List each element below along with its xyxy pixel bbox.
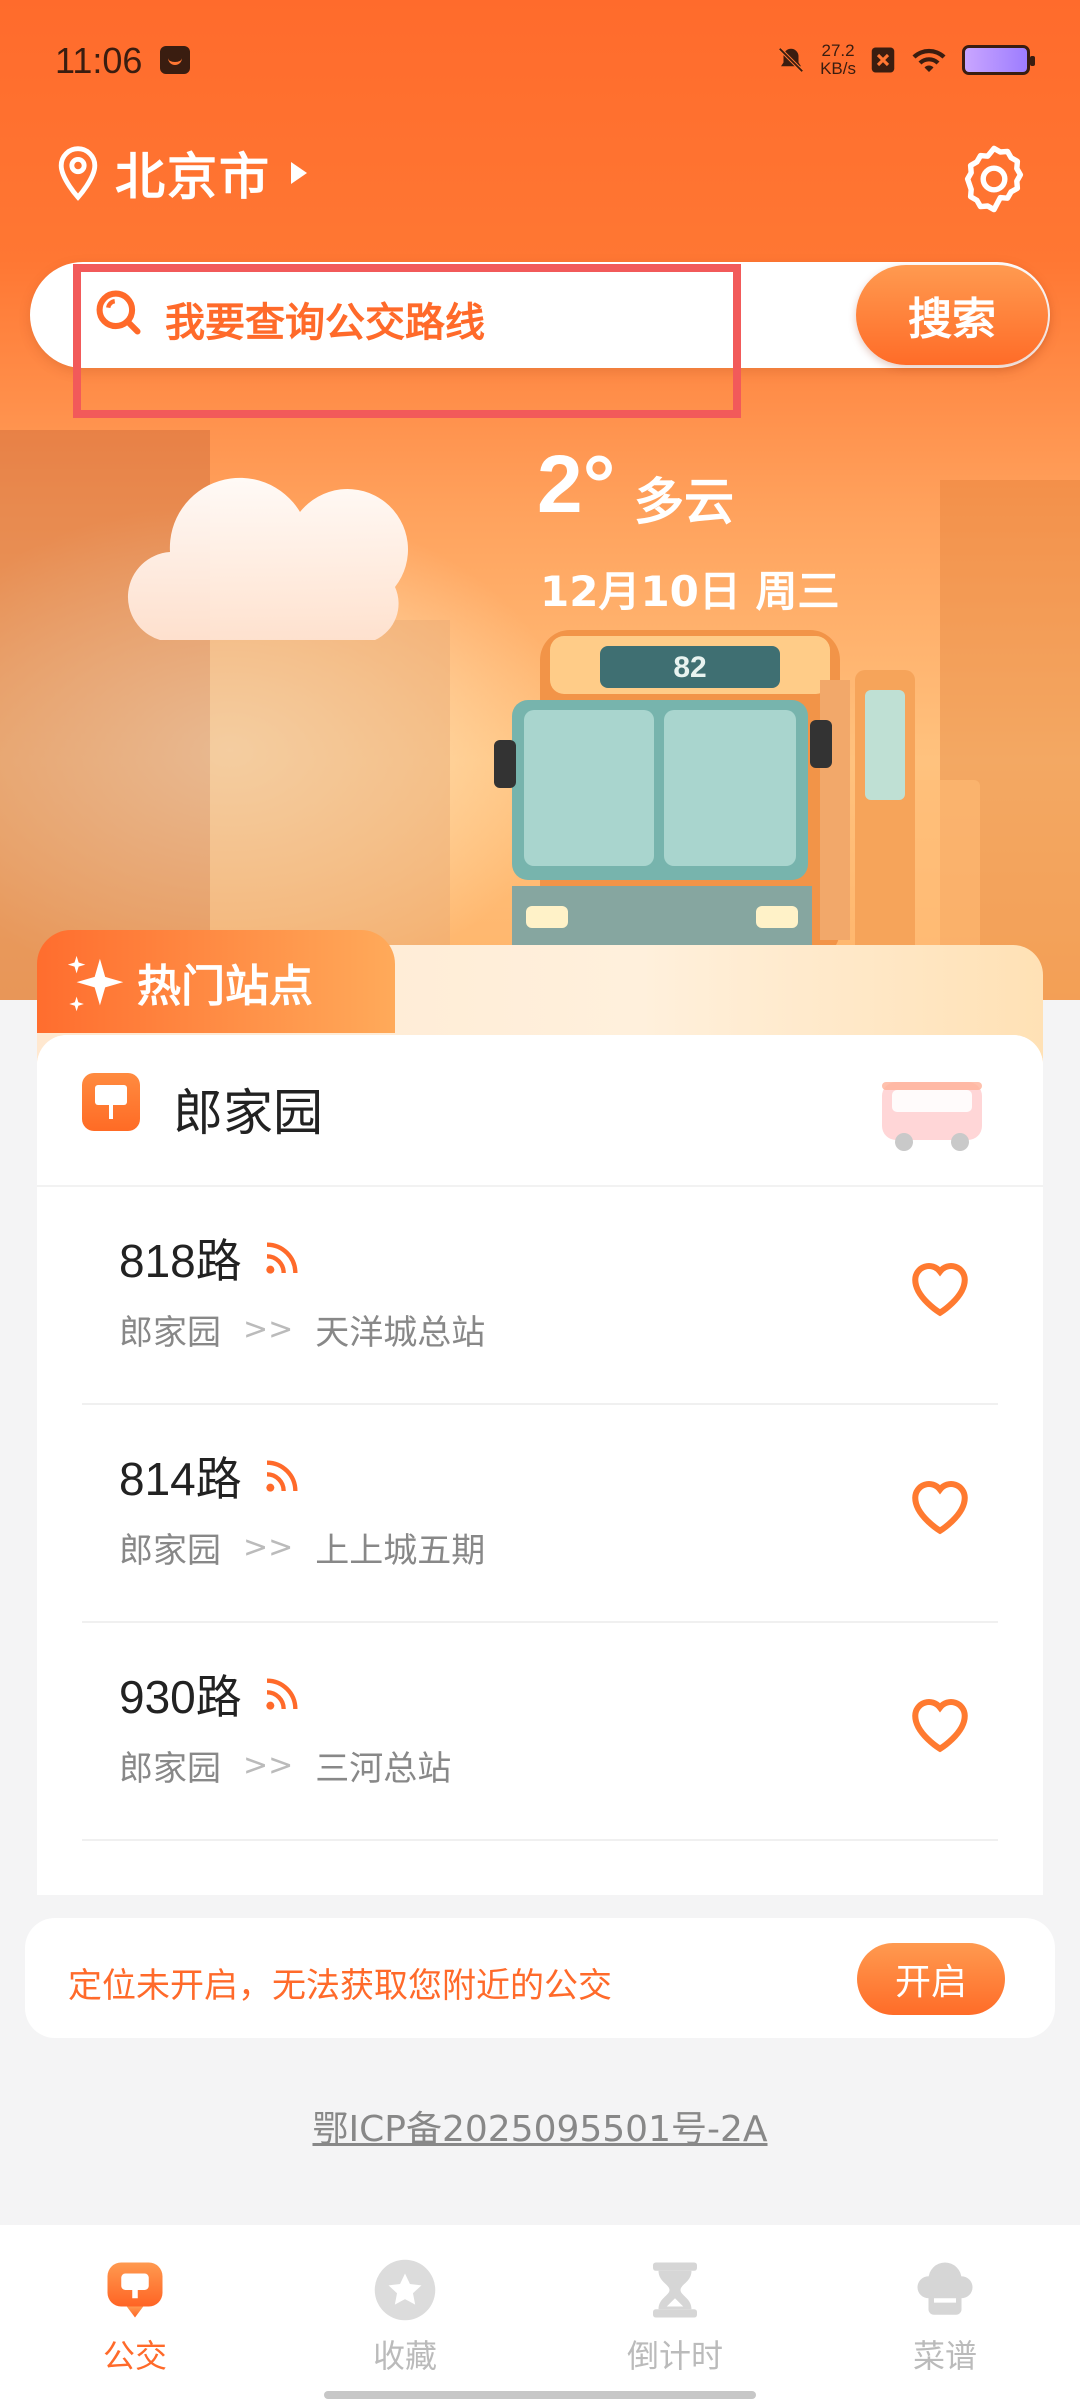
highlight-annotation-box — [73, 264, 741, 418]
message-notification-icon — [160, 46, 190, 74]
network-speed-value: 27.2 — [821, 41, 855, 60]
divider — [82, 1839, 998, 1841]
location-pin-icon — [58, 146, 98, 201]
tab-bus[interactable]: 公交 — [0, 2225, 270, 2408]
bus-chat-icon — [107, 2262, 163, 2318]
mini-bus-icon — [882, 1082, 982, 1151]
wifi-icon — [912, 48, 946, 72]
search-button[interactable]: 搜索 — [856, 265, 1048, 365]
favorite-heart-icon[interactable] — [907, 1475, 973, 1537]
bus-number: 82 — [673, 651, 706, 684]
status-bar: 11:06 27.2 KB/s — [0, 0, 1080, 130]
dropdown-arrow-icon — [291, 162, 307, 184]
cloud-icon — [127, 477, 409, 640]
realtime-signal-icon — [266, 1460, 298, 1492]
favorite-heart-icon[interactable] — [907, 1257, 973, 1319]
hourglass-icon — [653, 2262, 697, 2318]
tab-recipes[interactable]: 菜谱 — [810, 2225, 1080, 2408]
tab-label: 收藏 — [372, 2337, 437, 2375]
network-speed-unit: KB/s — [820, 59, 856, 78]
bus-stop-icon — [82, 1073, 140, 1131]
route-to: 天洋城总站 — [315, 1313, 486, 1353]
star-icon — [374, 2259, 436, 2321]
chef-hat-icon — [917, 2262, 973, 2315]
settings-gear-icon[interactable] — [958, 143, 1030, 215]
sparkle-icon — [67, 955, 124, 1012]
home-indicator[interactable] — [324, 2391, 756, 2399]
tab-label: 菜谱 — [912, 2337, 977, 2375]
route-arrow: >> — [243, 1312, 294, 1347]
tab-label: 公交 — [102, 2337, 167, 2375]
mute-bell-icon — [778, 47, 804, 73]
route-arrow: >> — [243, 1748, 294, 1783]
bus-illustration: 82 — [494, 630, 915, 960]
route-arrow: >> — [243, 1530, 294, 1565]
enable-location-button[interactable]: 开启 — [857, 1943, 1005, 2015]
notice-text: 定位未开启，无法获取您附近的公交 — [68, 1966, 612, 2006]
network-speed: 27.2 KB/s — [820, 42, 856, 78]
route-to: 上上城五期 — [315, 1531, 486, 1571]
battery-icon — [962, 45, 1035, 75]
bottom-tab-bar: 公交 收藏 倒计时 菜谱 — [0, 2225, 1080, 2408]
city-selector[interactable]: 北京市 — [55, 143, 307, 206]
route-from: 郎家园 — [119, 1531, 221, 1571]
route-name: 930路 — [119, 1671, 242, 1723]
route-name: 814路 — [119, 1453, 242, 1505]
route-item[interactable]: 930路 郎家园 >> 三河总站 — [37, 1623, 1043, 1895]
route-item[interactable]: 818路 郎家园 >> 天洋城总站 — [37, 1187, 1043, 1405]
weather-condition: 多云 — [634, 473, 734, 531]
route-from: 郎家园 — [119, 1749, 221, 1789]
tab-label: 倒计时 — [626, 2337, 723, 2375]
realtime-signal-icon — [266, 1678, 298, 1710]
temperature: 2° — [537, 439, 616, 530]
station-name: 郎家园 — [173, 1084, 323, 1142]
tab-favorites[interactable]: 收藏 — [270, 2225, 540, 2408]
icp-link[interactable]: 鄂ICP备2025095501号-2A — [0, 2100, 1080, 2152]
route-from: 郎家园 — [119, 1313, 221, 1353]
location-notice: 定位未开启，无法获取您附近的公交 开启 — [25, 1918, 1055, 2038]
route-item[interactable]: 814路 郎家园 >> 上上城五期 — [37, 1405, 1043, 1623]
clock: 11:06 — [55, 40, 143, 81]
city-name: 北京市 — [115, 148, 271, 206]
route-to: 三河总站 — [315, 1749, 452, 1789]
route-name: 818路 — [119, 1235, 242, 1287]
favorite-heart-icon[interactable] — [907, 1693, 973, 1755]
realtime-signal-icon — [266, 1242, 298, 1274]
hot-stations-title: 热门站点 — [137, 960, 313, 1012]
sim-blocked-icon — [871, 47, 895, 73]
tab-countdown[interactable]: 倒计时 — [540, 2225, 810, 2408]
